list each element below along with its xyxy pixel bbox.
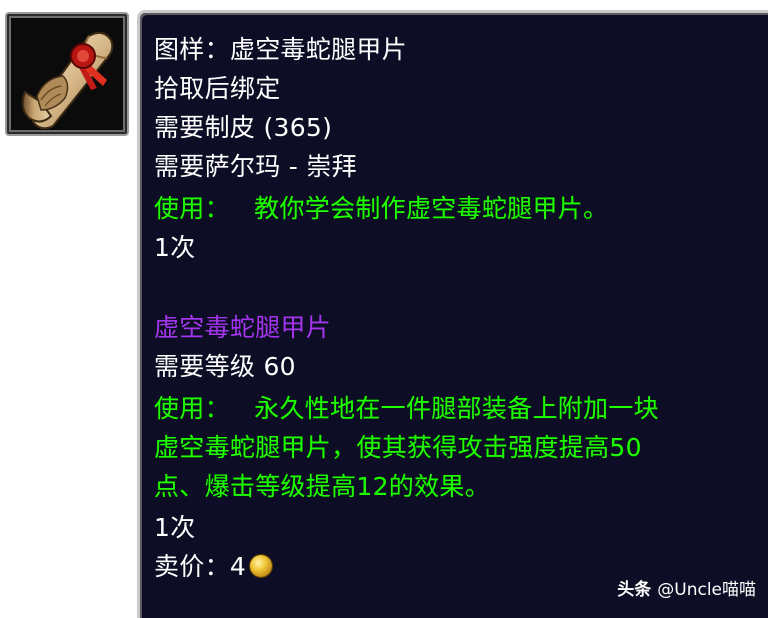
- crafted-use-text-1: 永久性地在一件腿部装备上附加一块: [254, 394, 659, 423]
- skill-requirement: 需要制皮 (365): [154, 113, 333, 142]
- crafted-charges: 1次: [154, 513, 196, 542]
- crafted-item-name[interactable]: 虚空毒蛇腿甲片: [154, 311, 331, 345]
- charges: 1次: [154, 233, 196, 262]
- watermark-brand: 头条: [617, 580, 652, 600]
- item-tooltip: 图样：虚空毒蛇腿甲片 拾取后绑定 需要制皮 (365) 需要萨尔玛 - 崇拜 使…: [137, 10, 768, 618]
- crafted-use-label: 使用：: [154, 394, 230, 423]
- sell-label: 卖价：: [154, 552, 230, 581]
- watermark: 头条 @Uncle喵喵: [617, 575, 756, 600]
- use-effect: 使用： 教你学会制作虚空毒蛇腿甲片。: [154, 192, 608, 226]
- reputation-requirement: 需要萨尔玛 - 崇拜: [154, 152, 357, 181]
- use-label: 使用：: [154, 194, 230, 223]
- item-icon[interactable]: [5, 12, 129, 136]
- sell-price: 卖价：4: [154, 550, 273, 584]
- use-text: 教你学会制作虚空毒蛇腿甲片。: [254, 194, 609, 223]
- crafted-use-effect-line-2: 虚空毒蛇腿甲片，使其获得攻击强度提高50: [154, 433, 642, 462]
- gold-coin-icon: [250, 555, 273, 577]
- bind-type: 拾取后绑定: [154, 74, 281, 103]
- item-tooltip-screen: 图样：虚空毒蛇腿甲片 拾取后绑定 需要制皮 (365) 需要萨尔玛 - 崇拜 使…: [0, 0, 768, 618]
- sell-value: 4: [229, 552, 247, 581]
- crafted-use-effect-line-3: 点、爆击等级提高12的效果。: [154, 472, 491, 501]
- crafted-use-effect-line-1: 使用： 永久性地在一件腿部装备上附加一块: [154, 392, 659, 426]
- watermark-handle: @Uncle喵喵: [657, 580, 756, 600]
- pattern-scroll-icon: [11, 18, 123, 130]
- crafted-level-requirement: 需要等级 60: [154, 352, 296, 381]
- item-title: 图样：虚空毒蛇腿甲片: [154, 35, 408, 64]
